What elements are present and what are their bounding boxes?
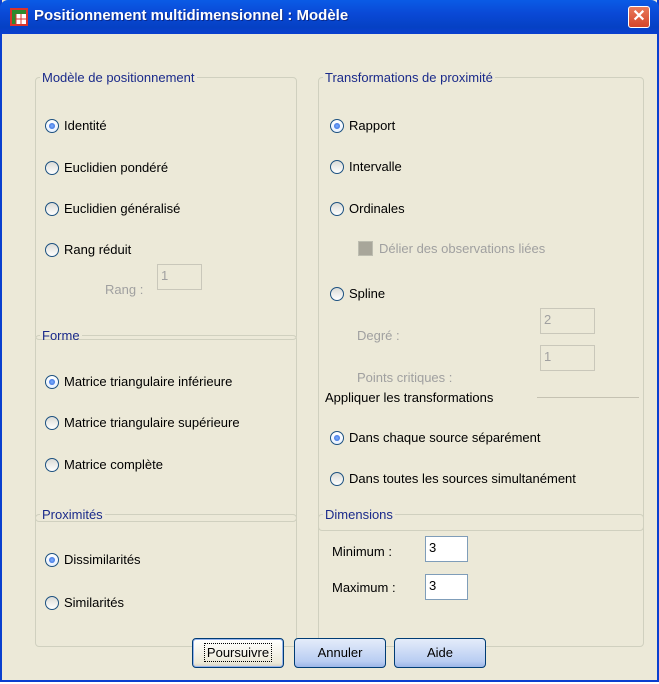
title-bar[interactable]: Positionnement multidimensionnel : Modèl… [0, 0, 659, 34]
spss-grid-icon [10, 8, 28, 26]
radio-reduced-rank[interactable]: Rang réduit [45, 242, 131, 257]
rank-label: Rang : [105, 282, 144, 297]
radio-label-similarities: Similarités [64, 595, 124, 610]
untie-label: Délier des observations liées [379, 241, 546, 256]
radio-button[interactable] [330, 201, 344, 216]
maximum-field[interactable]: 3 [425, 574, 468, 600]
radio-button-selected[interactable] [330, 430, 344, 445]
degree-label: Degré : [357, 328, 400, 343]
dimensions-group: Dimensions [318, 507, 644, 647]
radio-label-reduced-rank: Rang réduit [64, 242, 132, 257]
rank-field[interactable]: 1 [157, 264, 202, 290]
degree-field[interactable]: 2 [540, 308, 595, 334]
cancel-button[interactable]: Annuler [294, 638, 386, 668]
dialog-content: Modèle de positionnement Identité Euclid… [2, 34, 657, 680]
radio-button[interactable] [45, 201, 59, 216]
proximities-group: Proximités [35, 507, 297, 647]
radio-identity[interactable]: Identité [45, 118, 107, 133]
continue-button[interactable]: Poursuivre [192, 638, 284, 668]
radio-label-ratio: Rapport [349, 118, 396, 133]
radio-label-spline: Spline [349, 286, 386, 301]
radio-button[interactable] [45, 457, 59, 472]
radio-button-selected[interactable] [330, 118, 344, 133]
radio-label-ordinal: Ordinales [349, 201, 405, 216]
radio-ordinal[interactable]: Ordinales [330, 201, 405, 216]
radio-label-dissimilarities: Dissimilarités [64, 552, 141, 567]
radio-interval[interactable]: Intervalle [330, 159, 402, 174]
radio-button[interactable] [45, 415, 59, 430]
radio-label-generalized-euclidean: Euclidien généralisé [64, 201, 181, 216]
continue-button-label: Poursuivre [203, 643, 273, 662]
model-group-legend: Modèle de positionnement [42, 70, 195, 85]
radio-button[interactable] [45, 242, 59, 257]
radio-button[interactable] [45, 595, 59, 610]
radio-button-selected[interactable] [45, 374, 59, 389]
radio-lower-triangular[interactable]: Matrice triangulaire inférieure [45, 374, 232, 389]
untie-checkbox-row[interactable]: Délier des observations liées [358, 241, 545, 256]
radio-label-interval: Intervalle [349, 159, 402, 174]
radio-full-matrix[interactable]: Matrice complète [45, 457, 163, 472]
radio-button[interactable] [45, 160, 59, 175]
radio-label-all-sources: Dans toutes les sources simultanément [349, 471, 576, 486]
knots-field[interactable]: 1 [540, 345, 595, 371]
minimum-label: Minimum : [332, 544, 392, 559]
radio-button[interactable] [330, 471, 344, 486]
radio-label-lower-triangular: Matrice triangulaire inférieure [64, 374, 233, 389]
radio-spline[interactable]: Spline [330, 286, 385, 301]
radio-ratio[interactable]: Rapport [330, 118, 395, 133]
transform-group-legend: Transformations de proximité [325, 70, 493, 85]
help-button[interactable]: Aide [394, 638, 486, 668]
apply-divider [537, 397, 639, 398]
radio-all-sources[interactable]: Dans toutes les sources simultanément [330, 471, 576, 486]
close-button[interactable]: ✕ [628, 6, 650, 28]
untie-checkbox[interactable] [358, 241, 373, 256]
proximities-group-legend: Proximités [42, 507, 103, 522]
window-title: Positionnement multidimensionnel : Modèl… [34, 7, 349, 24]
maximum-label: Maximum : [332, 580, 396, 595]
radio-button-selected[interactable] [45, 552, 59, 567]
radio-each-source[interactable]: Dans chaque source séparément [330, 430, 541, 445]
radio-label-upper-triangular: Matrice triangulaire supérieure [64, 415, 240, 430]
dimensions-group-legend: Dimensions [325, 507, 393, 522]
radio-label-each-source: Dans chaque source séparément [349, 430, 541, 445]
radio-dissimilarities[interactable]: Dissimilarités [45, 552, 141, 567]
dialog-window: Positionnement multidimensionnel : Modèl… [0, 0, 659, 682]
shape-group-legend: Forme [42, 328, 80, 343]
apply-transformations-label: Appliquer les transformations [325, 390, 494, 405]
radio-label-identity: Identité [64, 118, 107, 133]
radio-upper-triangular[interactable]: Matrice triangulaire supérieure [45, 415, 240, 430]
knots-label: Points critiques : [357, 370, 453, 385]
radio-label-full-matrix: Matrice complète [64, 457, 163, 472]
radio-generalized-euclidean[interactable]: Euclidien généralisé [45, 201, 180, 216]
radio-button[interactable] [330, 159, 344, 174]
radio-button[interactable] [330, 286, 344, 301]
radio-button-selected[interactable] [45, 118, 59, 133]
radio-label-weighted-euclidean: Euclidien pondéré [64, 160, 169, 175]
minimum-field[interactable]: 3 [425, 536, 468, 562]
radio-similarities[interactable]: Similarités [45, 595, 124, 610]
radio-weighted-euclidean[interactable]: Euclidien pondéré [45, 160, 168, 175]
